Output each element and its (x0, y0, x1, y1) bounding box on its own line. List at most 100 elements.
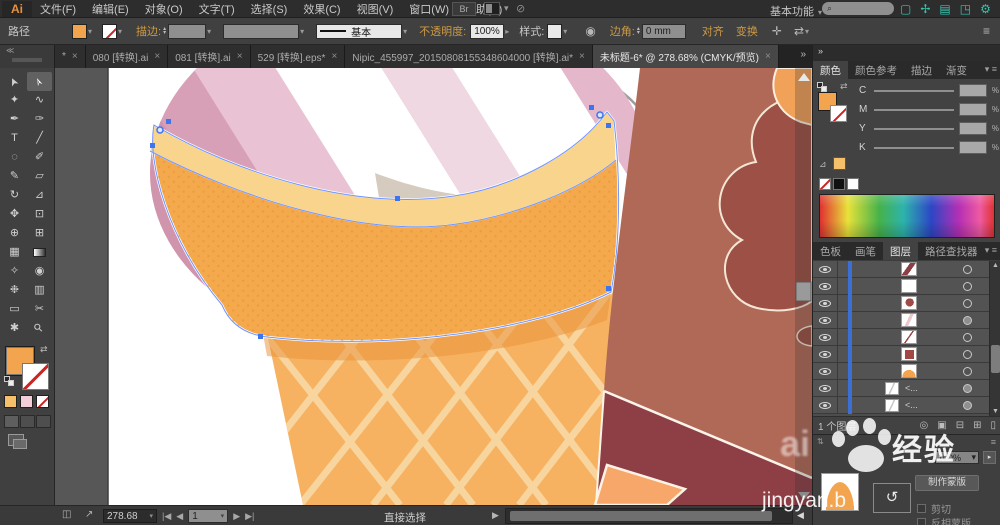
document-tab-1[interactable]: 080 [转换].ai × (85, 45, 169, 68)
gradient-mode-swatch[interactable] (20, 395, 33, 408)
stroke-proxy-swatch[interactable] (830, 105, 847, 122)
gradient-tool[interactable] (27, 243, 52, 262)
scroll-left-icon[interactable]: ◀ (797, 510, 804, 521)
menu-item-3[interactable]: 文字(T) (199, 1, 235, 17)
shaper-tool[interactable]: ◌ (2, 148, 27, 167)
corner-stepper[interactable]: ▴ ▾ (637, 26, 640, 36)
export-icon[interactable]: ↗ (85, 509, 93, 520)
visibility-eye-icon[interactable] (819, 266, 831, 273)
shape-builder-tool[interactable]: ⊕ (2, 224, 27, 243)
color-tab-3[interactable]: 渐变 (939, 61, 974, 79)
vertical-scrollbar[interactable] (795, 68, 812, 505)
opacity-label[interactable]: 不透明度: (419, 23, 466, 39)
magic-wand-tool[interactable]: ✦ (2, 91, 27, 110)
width-tool[interactable]: ✥ (2, 205, 27, 224)
constrain-icon[interactable]: ⇄ (794, 24, 804, 38)
menu-item-5[interactable]: 效果(C) (303, 1, 340, 17)
out-of-gamut-icon[interactable]: ⊿ (819, 159, 827, 170)
panel-menu-icon[interactable]: ▾ ≡ (985, 61, 1000, 79)
artboard-nav-icon[interactable]: ◫ (62, 509, 71, 520)
symbol-sprayer-tool[interactable]: ❉ (2, 281, 27, 300)
swap-fill-stroke-icon[interactable]: ⇄ (40, 344, 48, 355)
canvas-area[interactable] (55, 0, 813, 507)
visibility-eye-icon[interactable] (819, 402, 831, 409)
zoom-tool[interactable]: ⚲ (27, 319, 52, 338)
panel2-tab-1[interactable]: 画笔 (848, 242, 883, 260)
stroke-color-swatch[interactable] (102, 23, 118, 39)
layer-row-0[interactable] (813, 261, 989, 278)
layer-row-1[interactable] (813, 278, 989, 295)
default-fill-stroke-icon[interactable] (817, 82, 829, 92)
zoom-level-field[interactable]: 278.68 ▾ (103, 509, 157, 523)
menu-item-1[interactable]: 编辑(E) (92, 1, 129, 17)
layer-row-8[interactable]: <... (813, 397, 989, 414)
none-mode-swatch[interactable] (36, 395, 49, 408)
clip-mask-icon[interactable]: ▣ (937, 420, 946, 431)
fill-color-swatch[interactable] (72, 23, 87, 39)
color-spectrum[interactable] (819, 194, 995, 238)
visibility-eye-icon[interactable] (819, 385, 831, 392)
document-tab-3[interactable]: 529 [转换].eps* × (250, 45, 346, 68)
visibility-eye-icon[interactable] (819, 351, 831, 358)
chevron-down-icon[interactable]: ▾ (88, 27, 92, 36)
panel2-tab-0[interactable]: 色板 (813, 242, 848, 260)
variable-width-profile[interactable] (223, 23, 300, 39)
collapse-panels-icon[interactable]: » (818, 46, 823, 56)
panel-menu-icon[interactable]: ≡ (983, 24, 990, 38)
menu-item-2[interactable]: 对象(O) (145, 1, 183, 17)
lasso-tool[interactable]: ∿ (27, 91, 52, 110)
line-segment-tool[interactable]: ╱ (27, 129, 52, 148)
channel-value-field[interactable] (958, 84, 987, 97)
locate-icon[interactable]: ◎ (920, 420, 929, 431)
panel-menu-icon[interactable]: ▾ ≡ (985, 242, 1000, 260)
layer-thumbnail[interactable] (901, 364, 917, 378)
artboard-tool[interactable]: ▭ (2, 300, 27, 319)
layer-thumbnail[interactable] (901, 262, 917, 276)
align-button[interactable]: 对齐 (702, 23, 724, 39)
delete-icon[interactable]: ▯ (990, 420, 996, 431)
close-icon[interactable]: × (154, 51, 160, 62)
visibility-eye-icon[interactable] (819, 283, 831, 290)
recolor-artwork-icon[interactable]: ◉ (585, 24, 595, 38)
layer-row-6[interactable] (813, 363, 989, 380)
horizontal-scrollbar[interactable] (505, 508, 793, 524)
search-input[interactable]: ⌕ (822, 2, 894, 15)
channel-value-field[interactable] (958, 122, 987, 135)
target-circle-icon[interactable] (963, 282, 972, 291)
none-chip[interactable] (819, 178, 831, 190)
object-thumbnail[interactable] (821, 473, 859, 511)
layers-scrollbar[interactable]: ▲ ▼ (989, 261, 1000, 416)
clip-checkbox[interactable]: 剪切 (917, 501, 951, 516)
blend-tool[interactable]: ◉ (27, 262, 52, 281)
layer-thumbnail[interactable] (885, 399, 899, 412)
layer-thumbnail[interactable] (901, 347, 917, 361)
bridge-button[interactable]: Br (452, 2, 476, 16)
curvature-tool[interactable]: ✑ (27, 110, 52, 129)
chevron-down-icon[interactable]: ▾ (207, 27, 211, 36)
pencil-tool[interactable]: ✎ (2, 167, 27, 186)
document-tab-4[interactable]: Nipic_455997_20150808155348604000 [转换].a… (345, 45, 593, 68)
chevron-right-icon[interactable]: ▸ (505, 27, 509, 36)
channel-value-field[interactable] (958, 141, 987, 154)
slice-tool[interactable]: ✂ (27, 300, 52, 319)
opacity-more-button[interactable]: ▸ (983, 451, 996, 464)
opacity-field[interactable]: 100% (470, 23, 505, 39)
color-tab-0[interactable]: 颜色 (813, 61, 848, 79)
draw-normal-button[interactable] (4, 415, 19, 428)
scrollbar-thumb[interactable] (510, 511, 772, 521)
tab-overflow-icon[interactable]: » (800, 45, 812, 68)
type-tool[interactable]: T (2, 129, 27, 148)
collapse-icon[interactable]: ⇅ (817, 437, 824, 446)
layer-thumbnail[interactable] (901, 279, 917, 293)
layer-thumbnail[interactable] (901, 296, 917, 310)
panel2-tab-3[interactable]: 路径查找器 (918, 242, 985, 260)
panel2-tab-2[interactable]: 图层 (883, 242, 918, 260)
rotate-tool[interactable]: ↻ (2, 186, 27, 205)
save-icon[interactable]: ▤ (939, 1, 950, 17)
close-icon[interactable]: × (579, 51, 585, 62)
direct-selection-tool[interactable]: ➢ (27, 72, 52, 91)
layer-row-2[interactable] (813, 295, 989, 312)
black-chip[interactable] (833, 178, 845, 190)
white-chip[interactable] (847, 178, 859, 190)
mesh-tool[interactable]: ▦ (2, 243, 27, 262)
